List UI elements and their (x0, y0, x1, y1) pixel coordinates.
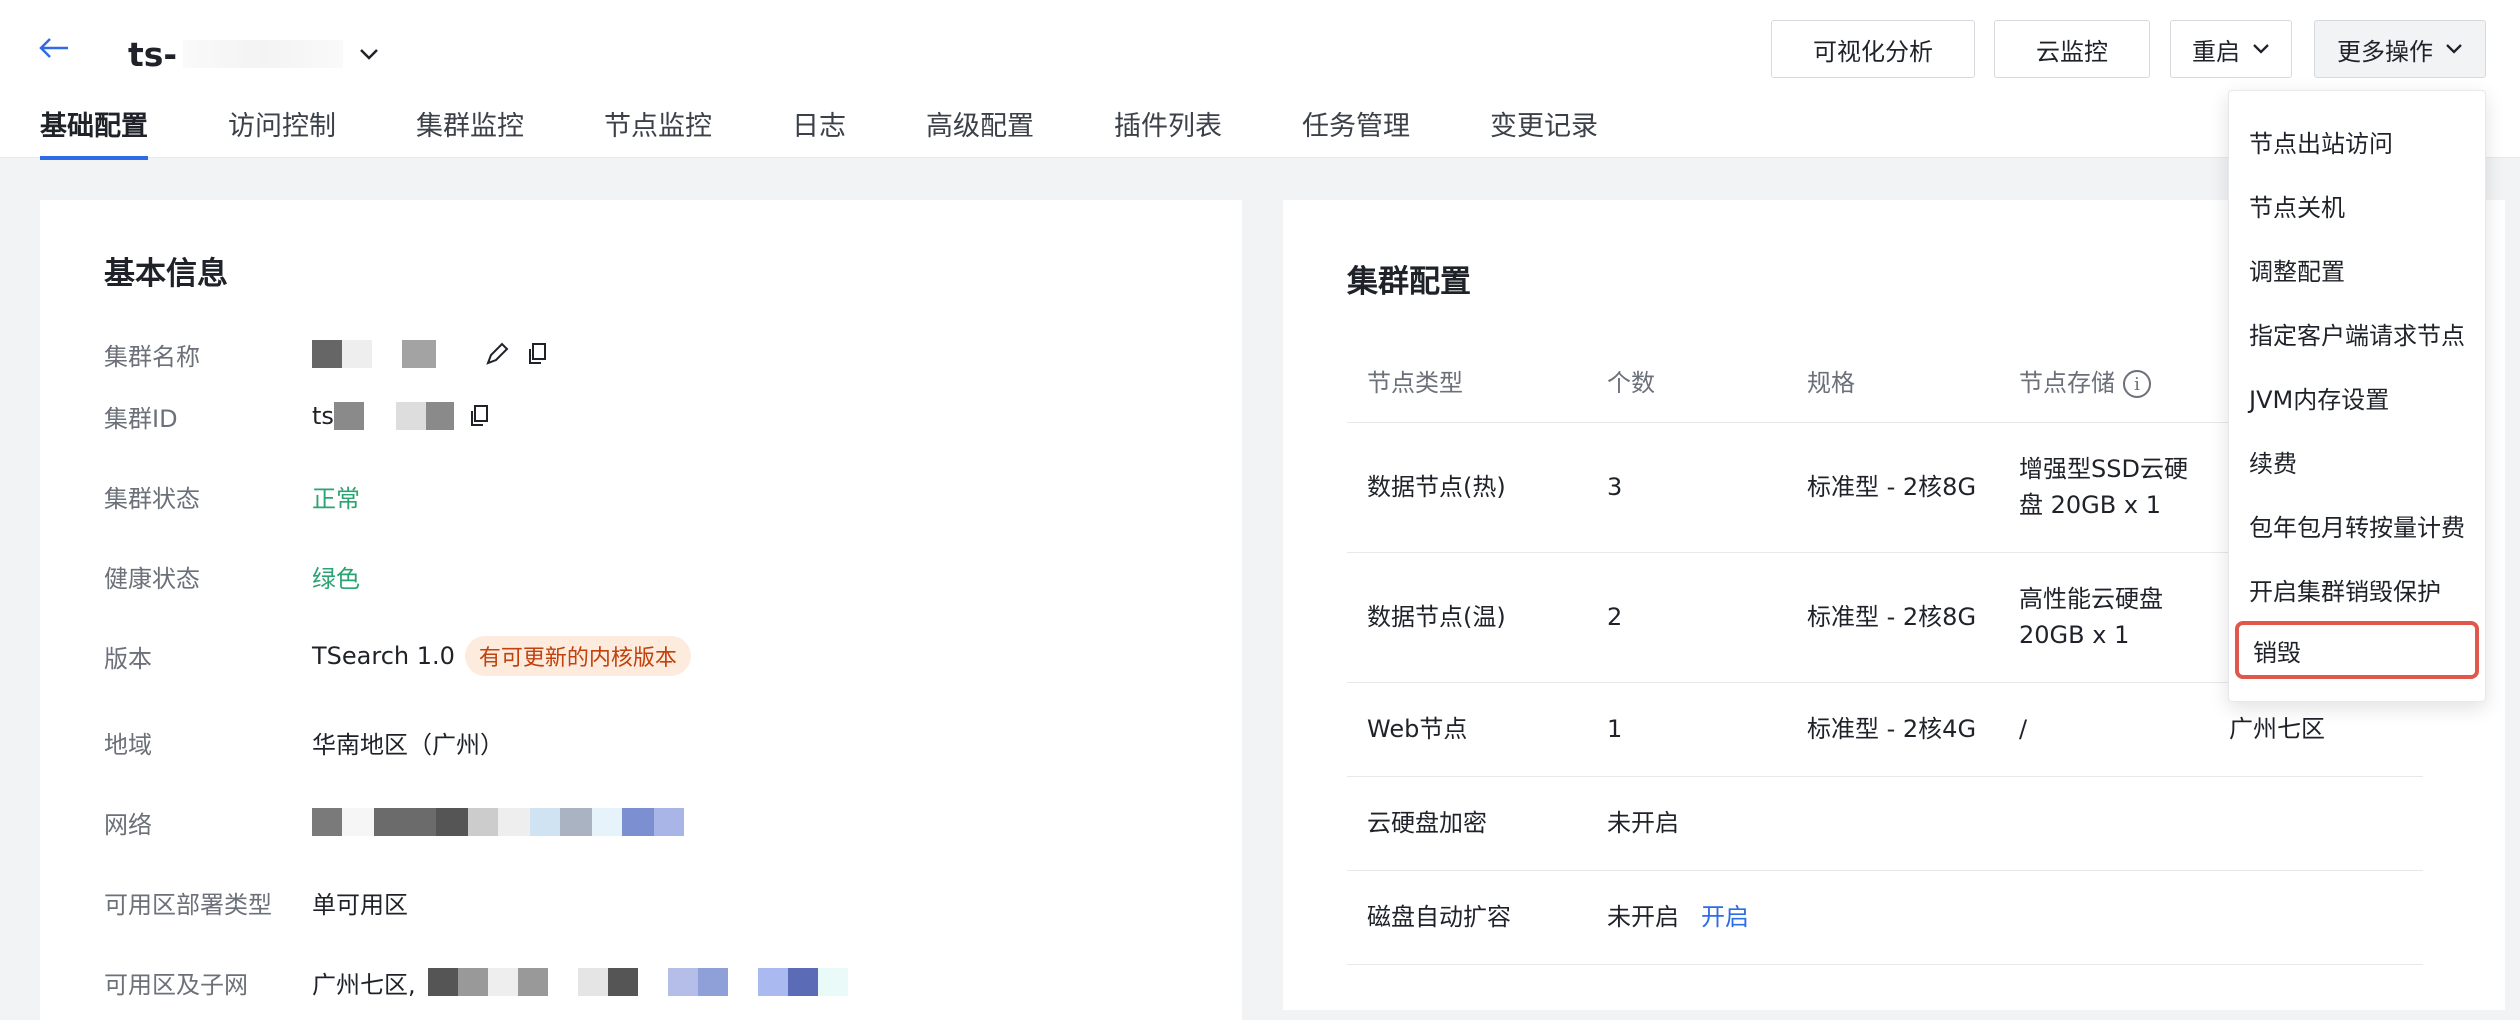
cluster-status-row: 集群状态 正常 (104, 476, 360, 516)
health-value: 绿色 (312, 564, 360, 593)
menu-item-destroy-protection[interactable]: 开启集群销毁保护 (2229, 557, 2485, 621)
menu-item-client-request-node[interactable]: 指定客户端请求节点 (2229, 301, 2485, 365)
region-row: 地域 华南地区（广州） (104, 722, 504, 762)
tab-change-log[interactable]: 变更记录 (1490, 104, 1598, 158)
copy-icon[interactable] (464, 401, 494, 431)
menu-item-node-outbound[interactable]: 节点出站访问 (2229, 109, 2485, 173)
more-actions-dropdown: 节点出站访问 节点关机 调整配置 指定客户端请求节点 JVM内存设置 续费 包年… (2228, 90, 2486, 702)
table-row: 云硬盘加密 未开启 (1347, 776, 2423, 871)
az-type-row: 可用区部署类型 单可用区 (104, 882, 408, 922)
cluster-status-value: 正常 (312, 484, 360, 513)
column-header: 个数 (1587, 340, 1787, 423)
column-header: 规格 (1787, 340, 1999, 423)
cluster-title-text: ts- (128, 34, 178, 74)
health-row: 健康状态 绿色 (104, 556, 360, 596)
az-type-value: 单可用区 (312, 890, 408, 919)
tab-cluster-monitor[interactable]: 集群监控 (416, 104, 524, 158)
chevron-down-icon[interactable] (355, 40, 383, 68)
redacted-name (183, 40, 344, 68)
tab-access-control[interactable]: 访问控制 (228, 104, 336, 158)
tab-plugins[interactable]: 插件列表 (1114, 104, 1222, 158)
basic-info-card: 基本信息 集群名称 集群ID ts 集群状态 正常 健康状态 绿色 版本 TSe… (40, 200, 1242, 1020)
cluster-title[interactable]: ts- (128, 32, 383, 76)
redacted-block (312, 340, 342, 368)
chevron-down-icon (2253, 44, 2269, 54)
back-arrow-icon[interactable] (36, 30, 72, 66)
menu-item-node-shutdown[interactable]: 节点关机 (2229, 173, 2485, 237)
az-subnet-value: 广州七区, (312, 965, 848, 1000)
enable-autoscale-link[interactable]: 开启 (1701, 903, 1749, 931)
restart-button[interactable]: 重启 (2170, 20, 2292, 78)
tab-tasks[interactable]: 任务管理 (1302, 104, 1410, 158)
menu-item-renew[interactable]: 续费 (2229, 429, 2485, 493)
redacted-block (402, 340, 436, 368)
tab-bar: 基础配置 访问控制 集群监控 节点监控 日志 高级配置 插件列表 任务管理 变更… (40, 104, 1598, 160)
top-bar: ts- 可视化分析 云监控 重启 更多操作 基础配置 访问控制 集群监控 节点监… (0, 0, 2520, 160)
cluster-id-value: ts (312, 401, 494, 431)
edit-icon[interactable] (482, 339, 512, 369)
chevron-down-icon (2446, 44, 2462, 54)
visual-analysis-button[interactable]: 可视化分析 (1771, 20, 1975, 78)
cluster-id-row: 集群ID ts (104, 396, 494, 436)
cloud-monitor-button[interactable]: 云监控 (1994, 20, 2150, 78)
column-header: 节点类型 (1347, 340, 1587, 423)
az-subnet-row: 可用区及子网 广州七区, (104, 962, 848, 1002)
cluster-name-row: 集群名称 (104, 334, 552, 374)
table-row: 磁盘自动扩容 未开启 开启 (1347, 870, 2423, 965)
cluster-name-value (312, 339, 552, 369)
menu-item-adjust-config[interactable]: 调整配置 (2229, 237, 2485, 301)
copy-icon[interactable] (522, 339, 552, 369)
menu-item-jvm-memory[interactable]: JVM内存设置 (2229, 365, 2485, 429)
region-value: 华南地区（广州） (312, 730, 504, 759)
menu-item-billing-switch[interactable]: 包年包月转按量计费 (2229, 493, 2485, 557)
info-icon[interactable]: i (2123, 370, 2151, 399)
menu-item-destroy[interactable]: 销毁 (2235, 621, 2479, 679)
network-row: 网络 (104, 802, 684, 842)
redacted-block (333, 402, 454, 430)
basic-info-title: 基本信息 (104, 256, 228, 292)
column-header: 节点存储 i (1999, 340, 2209, 423)
tab-advanced-config[interactable]: 高级配置 (926, 104, 1034, 158)
tab-logs[interactable]: 日志 (792, 104, 846, 158)
version-row: 版本 TSearch 1.0 有可更新的内核版本 (104, 636, 691, 676)
more-actions-button[interactable]: 更多操作 (2314, 20, 2486, 78)
redacted-block (342, 340, 372, 368)
tab-basic-config[interactable]: 基础配置 (40, 104, 148, 160)
network-value (312, 808, 684, 836)
cluster-config-title: 集群配置 (1347, 264, 1471, 300)
update-badge[interactable]: 有可更新的内核版本 (464, 636, 691, 676)
version-value: TSearch 1.0 有可更新的内核版本 (312, 636, 691, 676)
tab-node-monitor[interactable]: 节点监控 (604, 104, 712, 158)
